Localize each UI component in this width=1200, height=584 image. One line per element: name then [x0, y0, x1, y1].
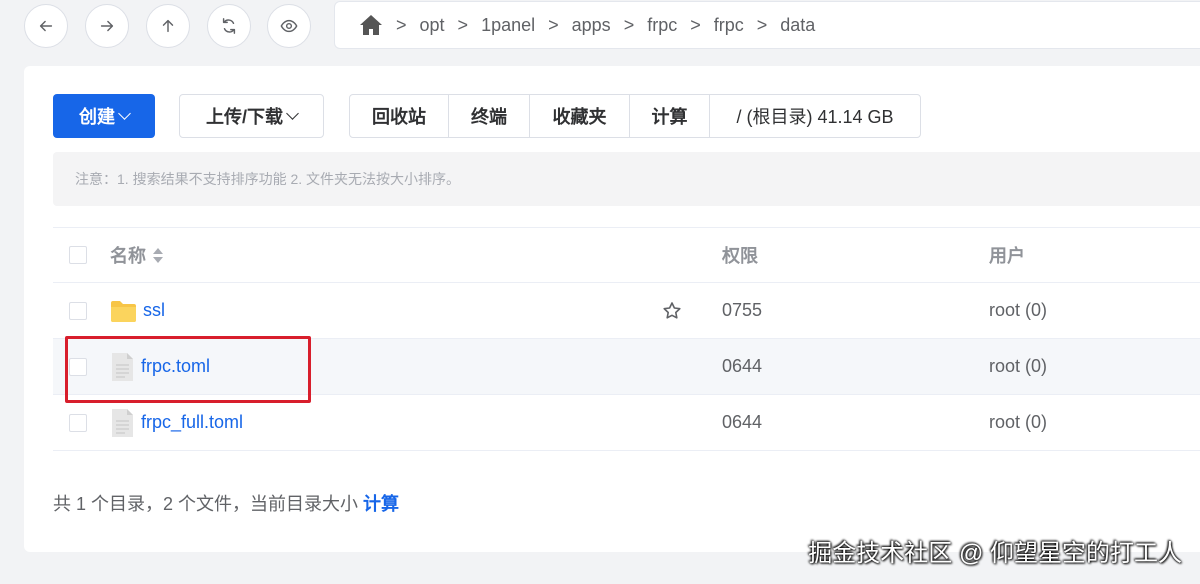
select-all-checkbox[interactable] — [69, 246, 87, 264]
eye-icon — [280, 19, 298, 33]
table-row[interactable]: frpc_full.toml 0644 root (0) — [53, 395, 1200, 451]
file-panel: 创建 上传/下载 回收站 终端 收藏夹 计算 / (根目录) 41.14 GB … — [24, 66, 1200, 552]
favorites-button[interactable]: 收藏夹 — [530, 95, 630, 137]
notice-alert: 注意：1. 搜索结果不支持排序功能 2. 文件夹无法按大小排序。 — [53, 152, 1200, 206]
action-button-group: 回收站 终端 收藏夹 计算 / (根目录) 41.14 GB — [349, 94, 921, 138]
chevron-down-icon — [286, 107, 299, 120]
user-cell: root (0) — [989, 356, 1048, 376]
perm-cell: 0644 — [722, 356, 763, 376]
forward-button[interactable] — [85, 4, 129, 48]
name-column-header[interactable]: 名称 — [110, 242, 163, 268]
user-column-header: 用户 — [989, 246, 1025, 266]
file-icon — [110, 408, 135, 438]
toolbar: 创建 上传/下载 回收站 终端 收藏夹 计算 / (根目录) 41.14 GB — [53, 94, 921, 138]
breadcrumb-item-data[interactable]: > data — [744, 15, 816, 36]
calculate-button[interactable]: 计算 — [630, 95, 710, 137]
file-name-link[interactable]: ssl — [143, 300, 165, 321]
table-row[interactable]: ssl 0755 root (0) — [53, 283, 1200, 339]
up-button[interactable] — [146, 4, 190, 48]
calculate-size-link[interactable]: 计算 — [363, 494, 399, 514]
watermark: 掘金技术社区 @ 仰望星空的打工人 — [808, 540, 1182, 567]
refresh-button[interactable] — [207, 4, 251, 48]
breadcrumb-item-apps[interactable]: > apps — [535, 15, 611, 36]
folder-icon — [110, 299, 137, 323]
arrow-right-icon — [100, 20, 114, 32]
user-cell: root (0) — [989, 300, 1048, 320]
file-name-cell: frpc_full.toml — [110, 408, 243, 438]
terminal-button[interactable]: 终端 — [449, 95, 530, 137]
chevron-down-icon — [118, 107, 131, 120]
breadcrumb-item-frpc[interactable]: > frpc — [611, 15, 678, 36]
breadcrumb-item-1panel[interactable]: >1panel — [445, 15, 536, 36]
breadcrumb-item-opt[interactable]: > opt — [383, 15, 445, 36]
create-button[interactable]: 创建 — [53, 94, 155, 138]
row-checkbox[interactable] — [69, 413, 87, 432]
recycle-bin-button[interactable]: 回收站 — [350, 95, 449, 137]
perm-cell: 0644 — [722, 412, 763, 432]
user-cell: root (0) — [989, 412, 1048, 432]
arrow-left-icon — [39, 20, 53, 32]
perm-column-header: 权限 — [722, 246, 758, 266]
upload-download-button[interactable]: 上传/下载 — [179, 94, 324, 138]
file-name-cell: ssl — [110, 299, 165, 323]
view-button[interactable] — [267, 4, 311, 48]
home-icon[interactable] — [359, 14, 383, 36]
perm-cell: 0755 — [722, 300, 763, 320]
table-header: 名称 权限 用户 — [53, 227, 1200, 283]
file-name-link[interactable]: frpc_full.toml — [141, 412, 243, 433]
sort-icon[interactable] — [153, 247, 163, 263]
back-button[interactable] — [24, 4, 68, 48]
breadcrumb-item-frpc-sub[interactable]: > frpc — [677, 15, 744, 36]
breadcrumb: > opt >1panel > apps > frpc > frpc > data — [334, 1, 1200, 49]
arrow-up-icon — [162, 19, 174, 33]
highlight-annotation-box — [65, 336, 311, 403]
directory-summary: 共 1 个目录，2 个文件，当前目录大小 计算 — [53, 494, 400, 514]
star-icon[interactable] — [662, 301, 682, 321]
row-checkbox[interactable] — [69, 301, 87, 320]
disk-info-button[interactable]: / (根目录) 41.14 GB — [710, 95, 920, 137]
refresh-icon — [222, 18, 236, 34]
